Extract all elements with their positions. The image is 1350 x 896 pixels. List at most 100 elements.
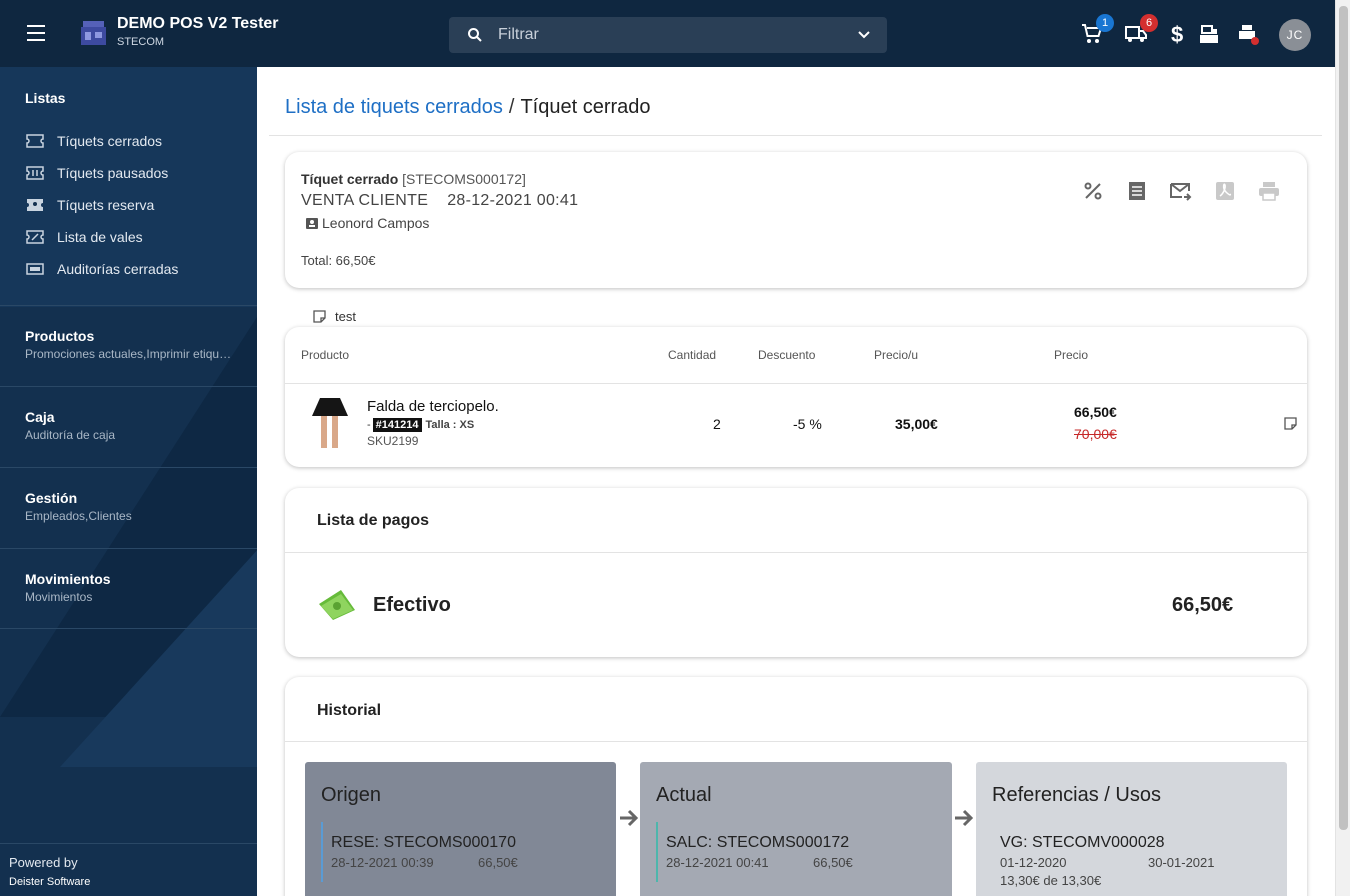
dollar-icon[interactable]: $ bbox=[1166, 22, 1190, 46]
breadcrumb: Lista de tiquets cerrados / Tíquet cerrado bbox=[285, 96, 651, 119]
breadcrumb-parent-link[interactable]: Lista de tiquets cerrados bbox=[285, 96, 503, 118]
sidebar-item-label: Tíquets pausados bbox=[57, 165, 169, 181]
column-header-unit-price: Precio/u bbox=[874, 348, 919, 362]
history-box-references[interactable]: Referencias / Usos VG: STECOMV000028 01-… bbox=[976, 762, 1287, 896]
ticket-employee: Leonord Campos bbox=[305, 215, 429, 231]
scrollbar[interactable] bbox=[1335, 0, 1350, 896]
payments-card: Lista de pagos Efectivo 66,50€ bbox=[285, 488, 1307, 657]
printer-alert-icon[interactable] bbox=[1236, 22, 1260, 46]
history-box-current[interactable]: Actual SALC: STECOMS000172 28-12-2021 00… bbox=[640, 762, 952, 896]
column-header-discount: Descuento bbox=[758, 348, 816, 362]
line-discount: -5 % bbox=[793, 416, 822, 432]
product-name: Falda de terciopelo. bbox=[367, 398, 499, 415]
group-title: Movimientos bbox=[25, 571, 111, 587]
ticket-label: Tíquet cerrado bbox=[301, 171, 399, 187]
history-date: 28-12-2021 00:41 bbox=[666, 855, 769, 870]
print-icon[interactable] bbox=[1257, 179, 1281, 203]
sidebar-item-auditorias-cerradas[interactable]: Auditorías cerradas bbox=[25, 258, 240, 280]
ticket-type-date: VENTA CLIENTE 28-12-2021 00:41 bbox=[301, 192, 578, 210]
breadcrumb-separator: / bbox=[508, 96, 515, 118]
history-box-title: Actual bbox=[656, 784, 712, 806]
divider bbox=[285, 383, 1307, 384]
group-subtitle: Auditoría de caja bbox=[25, 428, 116, 442]
sidebar-item-label: Auditorías cerradas bbox=[57, 261, 179, 277]
svg-text:$: $ bbox=[1171, 22, 1183, 46]
employee-badge-icon bbox=[306, 218, 318, 229]
ticket-note: test bbox=[312, 309, 356, 324]
history-box-origin[interactable]: Origen RESE: STECOMS000170 28-12-2021 00… bbox=[305, 762, 616, 896]
voucher-icon bbox=[26, 230, 44, 244]
ticket-header: Tíquet cerrado [STECOMS000172] bbox=[301, 171, 526, 187]
cash-icon bbox=[319, 590, 355, 620]
group-subtitle: Promociones actuales,Imprimir etiquetas bbox=[25, 347, 237, 361]
divider bbox=[285, 741, 1307, 742]
history-date: 01-12-2020 bbox=[1000, 855, 1067, 870]
product-variant: - #141214 Talla : XS bbox=[367, 418, 474, 432]
sidebar-item-label: Lista de vales bbox=[57, 229, 143, 245]
line-unit-price: 35,00€ bbox=[895, 416, 938, 432]
audit-icon bbox=[26, 263, 44, 275]
sidebar-item-label: Tíquets reserva bbox=[57, 197, 155, 213]
avatar[interactable]: JC bbox=[1279, 19, 1311, 51]
variant-prefix: - bbox=[367, 419, 371, 431]
sidebar: Listas Tíquets cerrados Tíquets pausados… bbox=[0, 67, 257, 896]
history-end-date: 30-01-2021 bbox=[1148, 855, 1215, 870]
truck-badge: 6 bbox=[1140, 14, 1158, 32]
sidebar-group-movimientos[interactable]: Movimientos Movimientos bbox=[0, 548, 257, 629]
ticket-datetime: 28-12-2021 00:41 bbox=[447, 192, 579, 209]
scrollbar-thumb[interactable] bbox=[1339, 6, 1348, 830]
cash-register-icon[interactable] bbox=[1197, 22, 1221, 46]
receipt-icon[interactable] bbox=[1125, 179, 1149, 203]
sidebar-item-tiquets-cerrados[interactable]: Tíquets cerrados bbox=[25, 130, 240, 152]
history-box-title: Referencias / Usos bbox=[992, 784, 1161, 806]
sidebar-item-label: Tíquets cerrados bbox=[57, 133, 163, 149]
history-card: Historial Origen RESE: STECOMS000170 28-… bbox=[285, 677, 1307, 896]
divider bbox=[269, 135, 1322, 136]
history-accent-line bbox=[321, 822, 323, 882]
line-price: 66,50€ bbox=[1074, 404, 1117, 420]
sidebar-group-gestion[interactable]: Gestión Empleados,Clientes bbox=[0, 467, 257, 548]
sidebar-item-tiquets-pausados[interactable]: Tíquets pausados bbox=[25, 162, 240, 184]
ticket-card: Tíquet cerrado [STECOMS000172] VENTA CLI… bbox=[285, 152, 1307, 288]
app-title: DEMO POS V2 Tester bbox=[117, 15, 279, 32]
chevron-down-icon[interactable] bbox=[857, 28, 871, 42]
product-image bbox=[312, 398, 348, 448]
email-forward-icon[interactable] bbox=[1169, 179, 1193, 203]
column-header-quantity: Cantidad bbox=[668, 348, 717, 362]
column-header-price: Precio bbox=[1054, 348, 1089, 362]
ticket-type: VENTA CLIENTE bbox=[301, 192, 429, 209]
ticket-paused-icon bbox=[26, 166, 44, 180]
group-title: Gestión bbox=[25, 490, 78, 506]
store-logo-icon bbox=[81, 21, 106, 45]
history-code: RESE: STECOMS000170 bbox=[331, 834, 516, 851]
company-name: Deister Software bbox=[9, 876, 91, 888]
note-icon[interactable] bbox=[1283, 416, 1298, 431]
top-bar: DEMO POS V2 Tester STECOM 1 6 $ JC bbox=[0, 0, 1335, 67]
powered-by-label: Powered by bbox=[9, 855, 78, 870]
cart-badge: 1 bbox=[1096, 14, 1114, 32]
app-subtitle: STECOM bbox=[117, 36, 165, 48]
payment-method: Efectivo bbox=[373, 594, 451, 616]
pdf-icon[interactable] bbox=[1213, 179, 1237, 203]
history-code: SALC: STECOMS000172 bbox=[666, 834, 850, 851]
product-tag: #141214 bbox=[372, 418, 422, 432]
group-title: Productos bbox=[25, 328, 95, 344]
group-subtitle: Movimientos bbox=[25, 590, 93, 604]
note-icon bbox=[313, 310, 326, 323]
sidebar-section-title: Listas bbox=[25, 90, 66, 106]
sidebar-item-lista-de-vales[interactable]: Lista de vales bbox=[25, 226, 240, 248]
arrow-right-icon bbox=[620, 809, 639, 827]
percent-icon[interactable] bbox=[1081, 179, 1105, 203]
history-box-title: Origen bbox=[321, 784, 382, 806]
sidebar-group-caja[interactable]: Caja Auditoría de caja bbox=[0, 386, 257, 467]
group-subtitle: Empleados,Clientes bbox=[25, 509, 132, 523]
ticket-code: [STECOMS000172] bbox=[402, 171, 526, 187]
sidebar-item-tiquets-reserva[interactable]: Tíquets reserva bbox=[25, 194, 240, 216]
search-input[interactable] bbox=[498, 24, 828, 46]
menu-icon[interactable] bbox=[27, 25, 45, 41]
sidebar-group-productos[interactable]: Productos Promociones actuales,Imprimir … bbox=[0, 305, 257, 386]
search-bar[interactable] bbox=[449, 17, 887, 53]
note-text: test bbox=[335, 309, 356, 324]
payments-title: Lista de pagos bbox=[317, 512, 430, 529]
product-size: Talla : XS bbox=[425, 419, 475, 431]
